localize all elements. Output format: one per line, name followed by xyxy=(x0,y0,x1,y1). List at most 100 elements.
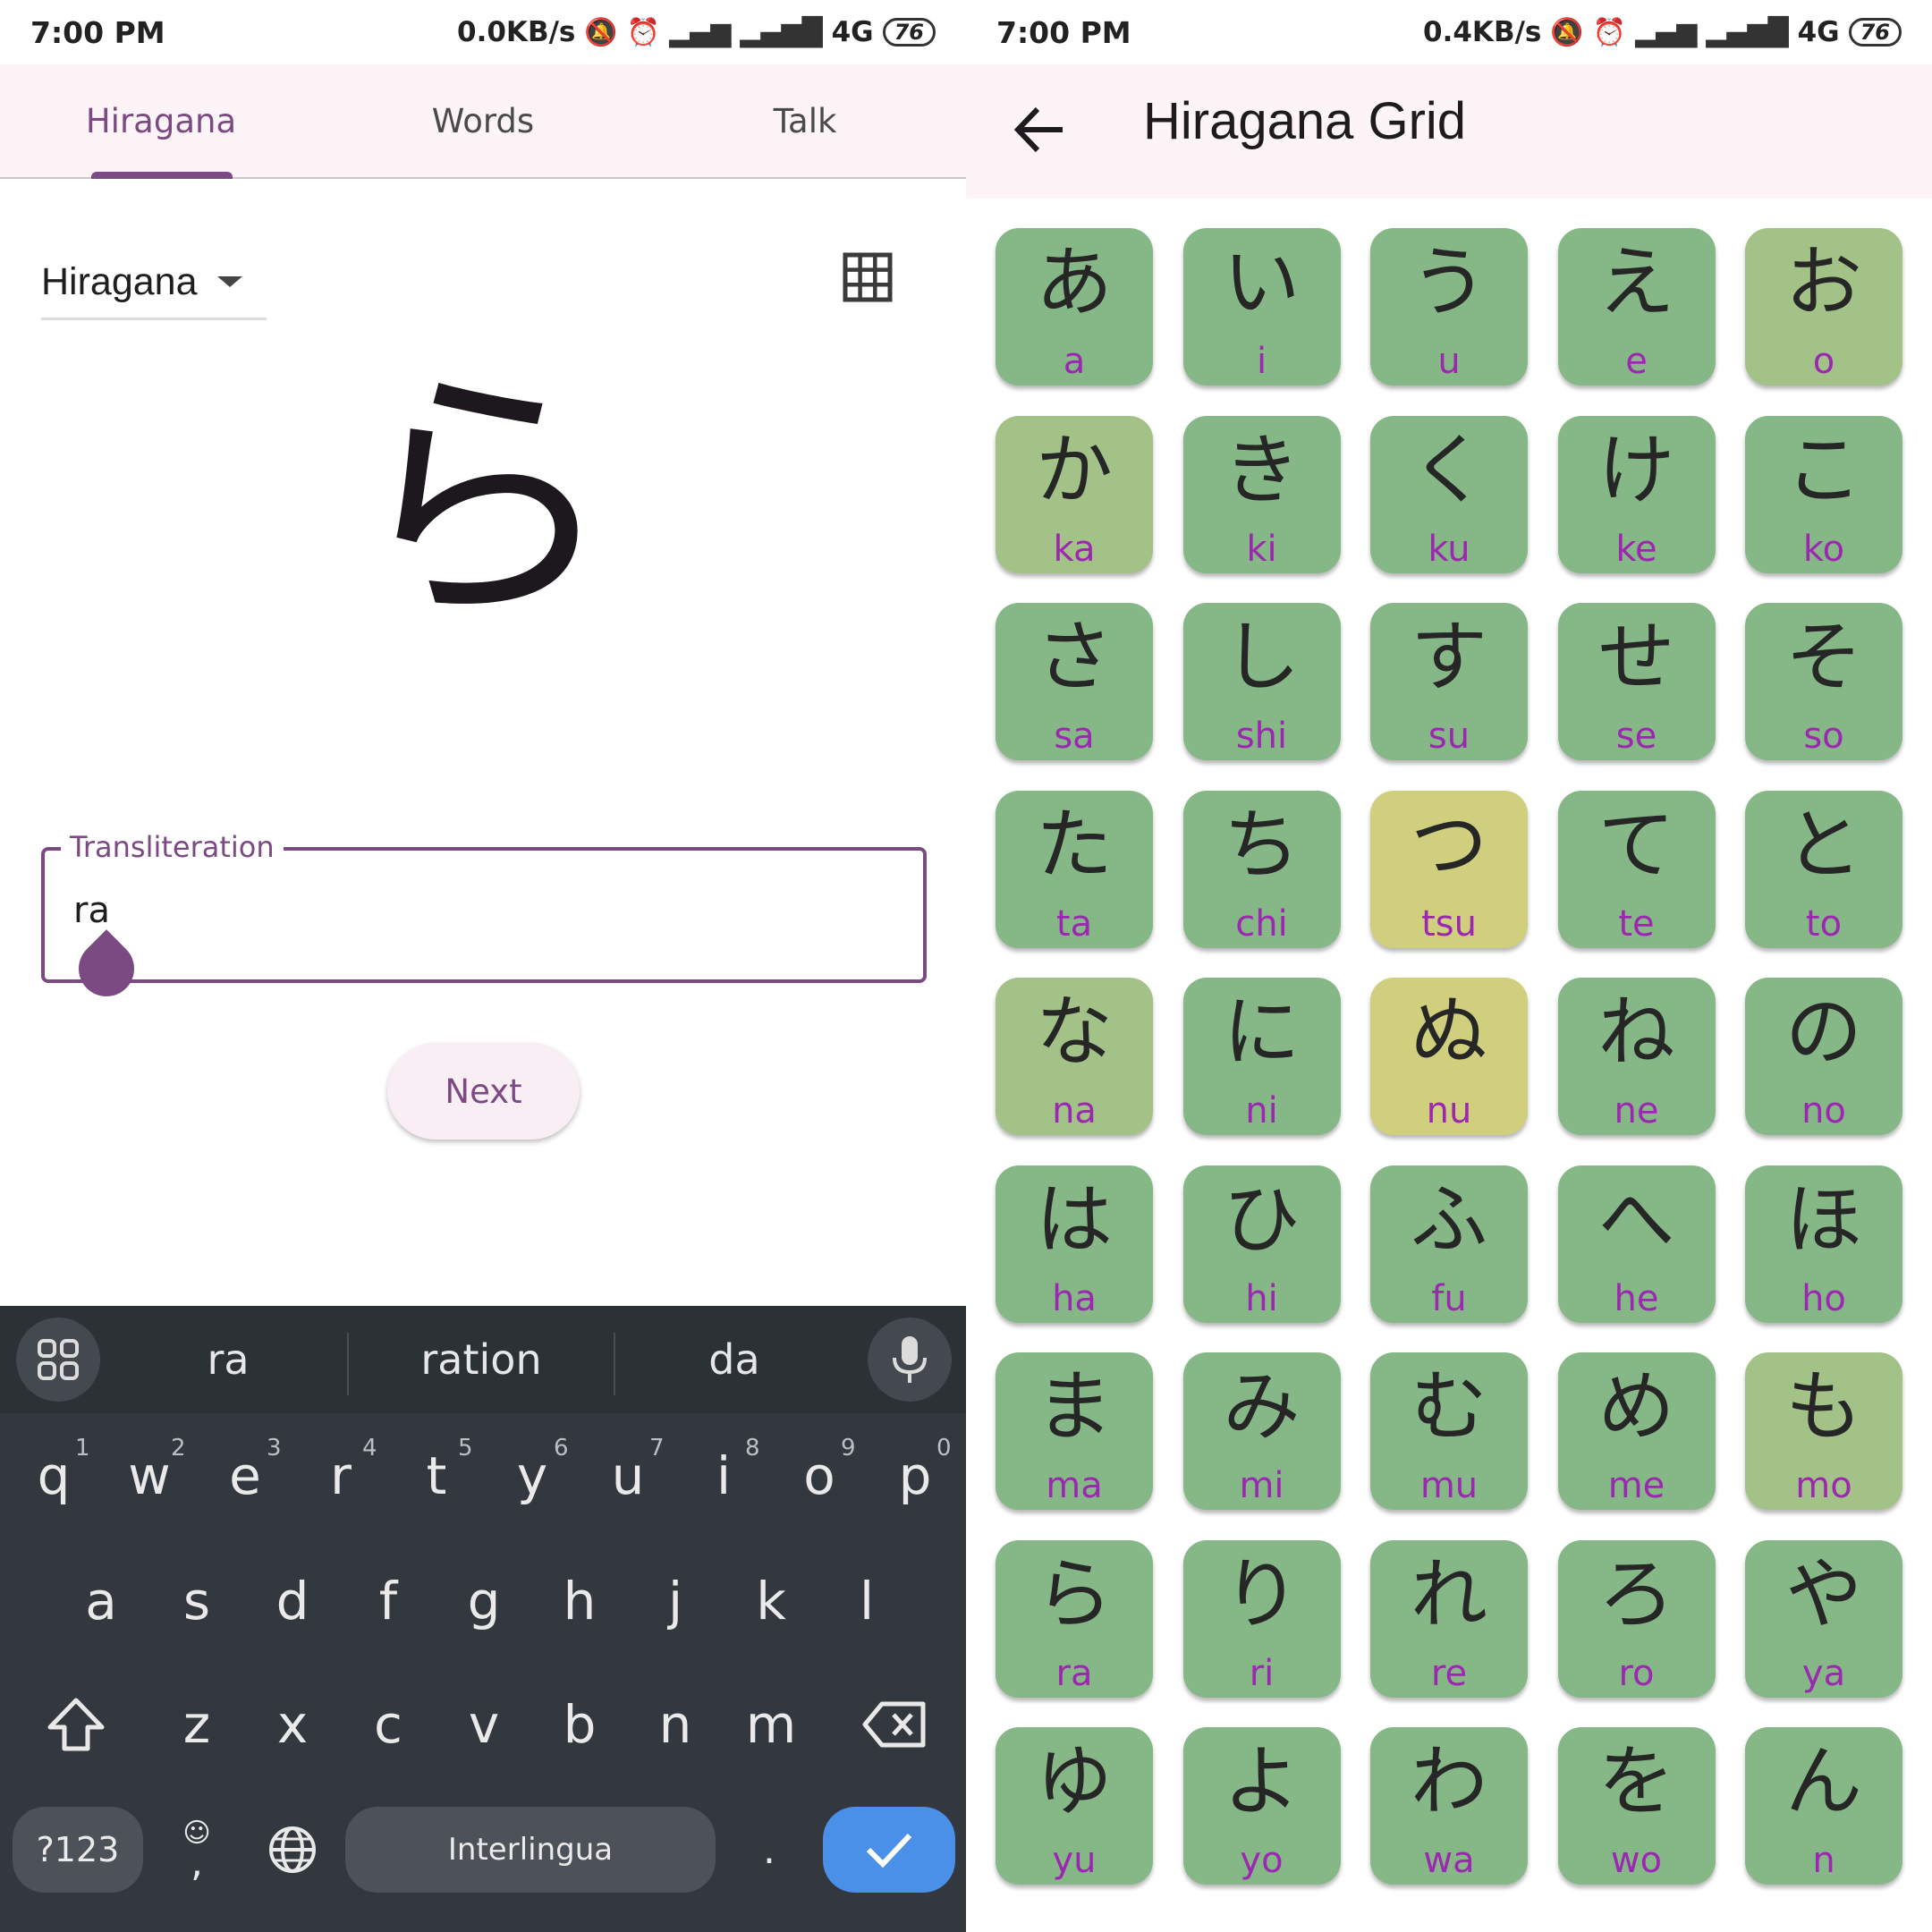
tab-words[interactable]: Words xyxy=(322,64,644,177)
space-key[interactable]: Interlingua xyxy=(345,1807,716,1893)
kana-cell[interactable]: も mo xyxy=(1745,1352,1902,1510)
kana-romaji: he xyxy=(1614,1277,1659,1319)
kana-cell[interactable]: せ se xyxy=(1557,603,1716,760)
kana-cell[interactable]: ぬ nu xyxy=(1370,978,1528,1135)
microphone-icon[interactable] xyxy=(868,1318,952,1402)
key-g[interactable]: g xyxy=(444,1556,524,1646)
kana-cell[interactable]: こ ko xyxy=(1745,415,1902,573)
kana-cell[interactable]: み mi xyxy=(1182,1352,1341,1510)
kana-cell[interactable]: た ta xyxy=(996,790,1153,948)
kana-cell[interactable]: へ he xyxy=(1557,1165,1716,1323)
transliteration-input[interactable] xyxy=(72,889,880,932)
kana-cell[interactable]: し shi xyxy=(1182,603,1341,760)
suggestion-2[interactable]: ration xyxy=(349,1306,614,1413)
grid-icon[interactable] xyxy=(841,250,894,304)
kana-cell[interactable]: ま ma xyxy=(996,1352,1153,1510)
key-b[interactable]: b xyxy=(539,1680,620,1769)
kana-character: ほ xyxy=(1785,1174,1862,1265)
key-number-hint: 5 xyxy=(458,1435,473,1462)
kana-cell[interactable]: あa xyxy=(996,228,1153,386)
soft-keyboard: ra ration da q1w2e3r4t5y6u7i8o9p0asdfghj… xyxy=(0,1306,966,1932)
kana-cell[interactable]: を wo xyxy=(1557,1727,1716,1885)
kana-character: へ xyxy=(1597,1174,1675,1265)
kana-cell[interactable]: き ki xyxy=(1182,415,1341,573)
kana-cell[interactable]: け ke xyxy=(1557,415,1716,573)
kana-cell[interactable]: か ka xyxy=(996,415,1153,573)
kana-cell[interactable]: く ku xyxy=(1370,415,1528,573)
kana-character: う xyxy=(1411,238,1487,327)
key-n[interactable]: n xyxy=(635,1680,716,1769)
app-bar: Hiragana Grid xyxy=(966,64,1932,199)
period-key[interactable]: . xyxy=(733,1807,805,1893)
kana-cell[interactable]: は ha xyxy=(996,1165,1153,1323)
kana-romaji: wa xyxy=(1423,1840,1475,1881)
kana-character: と xyxy=(1785,800,1862,890)
key-s[interactable]: s xyxy=(157,1556,237,1646)
key-m[interactable]: m xyxy=(731,1680,811,1769)
kana-cell[interactable]: の no xyxy=(1745,978,1902,1135)
kana-romaji: yu xyxy=(1052,1840,1097,1881)
kana-cell[interactable]: と to xyxy=(1745,790,1902,948)
shift-key[interactable] xyxy=(36,1680,116,1769)
key-j[interactable]: j xyxy=(635,1556,716,1646)
key-f[interactable]: f xyxy=(348,1556,428,1646)
key-l[interactable]: l xyxy=(826,1556,907,1646)
kana-cell[interactable]: り ri xyxy=(1182,1539,1341,1698)
kana-character: た xyxy=(1036,800,1113,890)
kana-character: せ xyxy=(1597,613,1675,702)
kana-cell[interactable]: んn xyxy=(1745,1727,1902,1885)
key-d[interactable]: d xyxy=(252,1556,333,1646)
kana-cell[interactable]: そ so xyxy=(1745,603,1902,760)
kana-cell[interactable]: ね ne xyxy=(1557,978,1716,1135)
kana-cell[interactable]: よ yo xyxy=(1182,1727,1341,1885)
key-k[interactable]: k xyxy=(731,1556,811,1646)
enter-key[interactable] xyxy=(823,1807,955,1893)
kana-cell[interactable]: ほ ho xyxy=(1745,1165,1902,1323)
kana-romaji: se xyxy=(1615,716,1657,757)
suggestion-1[interactable]: ra xyxy=(107,1306,349,1413)
language-key[interactable] xyxy=(252,1807,333,1893)
kana-cell[interactable]: な na xyxy=(996,978,1153,1135)
tab-hiragana[interactable]: Hiragana xyxy=(0,64,322,177)
kana-cell[interactable]: ひ hi xyxy=(1182,1165,1341,1323)
script-dropdown[interactable]: Hiragana xyxy=(41,246,267,320)
kana-cell[interactable]: ろ ro xyxy=(1557,1539,1716,1698)
arrow-left-icon[interactable] xyxy=(1009,98,1072,161)
kana-cell[interactable]: さ sa xyxy=(996,603,1153,760)
kana-cell[interactable]: つ tsu xyxy=(1370,790,1528,948)
tab-talk[interactable]: Talk xyxy=(644,64,966,177)
mute-icon: 🔕 xyxy=(1550,16,1584,48)
key-h[interactable]: h xyxy=(539,1556,620,1646)
kana-cell[interactable]: れ re xyxy=(1370,1539,1528,1698)
kana-cell[interactable]: わ wa xyxy=(1370,1727,1528,1885)
suggestion-3[interactable]: da xyxy=(615,1306,853,1413)
symbols-key[interactable]: ?123 xyxy=(13,1807,143,1893)
backspace-key[interactable] xyxy=(850,1680,939,1769)
kana-cell[interactable]: おo xyxy=(1745,228,1902,386)
kana-cell[interactable]: す su xyxy=(1370,603,1528,760)
shift-icon xyxy=(47,1698,105,1751)
kana-cell[interactable]: ち chi xyxy=(1182,790,1341,948)
kana-cell[interactable]: む mu xyxy=(1370,1352,1528,1510)
kana-cell[interactable]: や ya xyxy=(1745,1539,1902,1698)
key-c[interactable]: c xyxy=(348,1680,428,1769)
key-a[interactable]: a xyxy=(61,1556,141,1646)
kana-character: そ xyxy=(1785,613,1862,702)
kana-cell[interactable]: ふ fu xyxy=(1370,1165,1528,1323)
kana-cell[interactable]: えe xyxy=(1557,228,1716,386)
next-button[interactable]: Next xyxy=(387,1043,580,1140)
kana-cell[interactable]: て te xyxy=(1557,790,1716,948)
key-v[interactable]: v xyxy=(444,1680,524,1769)
kana-cell[interactable]: ら ra xyxy=(996,1539,1153,1698)
key-z[interactable]: z xyxy=(157,1680,237,1769)
apps-grid-icon[interactable] xyxy=(16,1318,100,1402)
key-x[interactable]: x xyxy=(252,1680,333,1769)
kana-romaji: mi xyxy=(1239,1465,1284,1506)
kana-cell[interactable]: に ni xyxy=(1182,978,1341,1135)
kana-cell[interactable]: いi xyxy=(1182,228,1341,386)
kana-cell[interactable]: め me xyxy=(1557,1352,1716,1510)
kana-cell[interactable]: ゆ yu xyxy=(996,1727,1153,1885)
emoji-comma-key[interactable]: ☺, xyxy=(161,1807,233,1893)
kana-romaji: mo xyxy=(1795,1465,1852,1506)
kana-cell[interactable]: うu xyxy=(1370,228,1528,386)
